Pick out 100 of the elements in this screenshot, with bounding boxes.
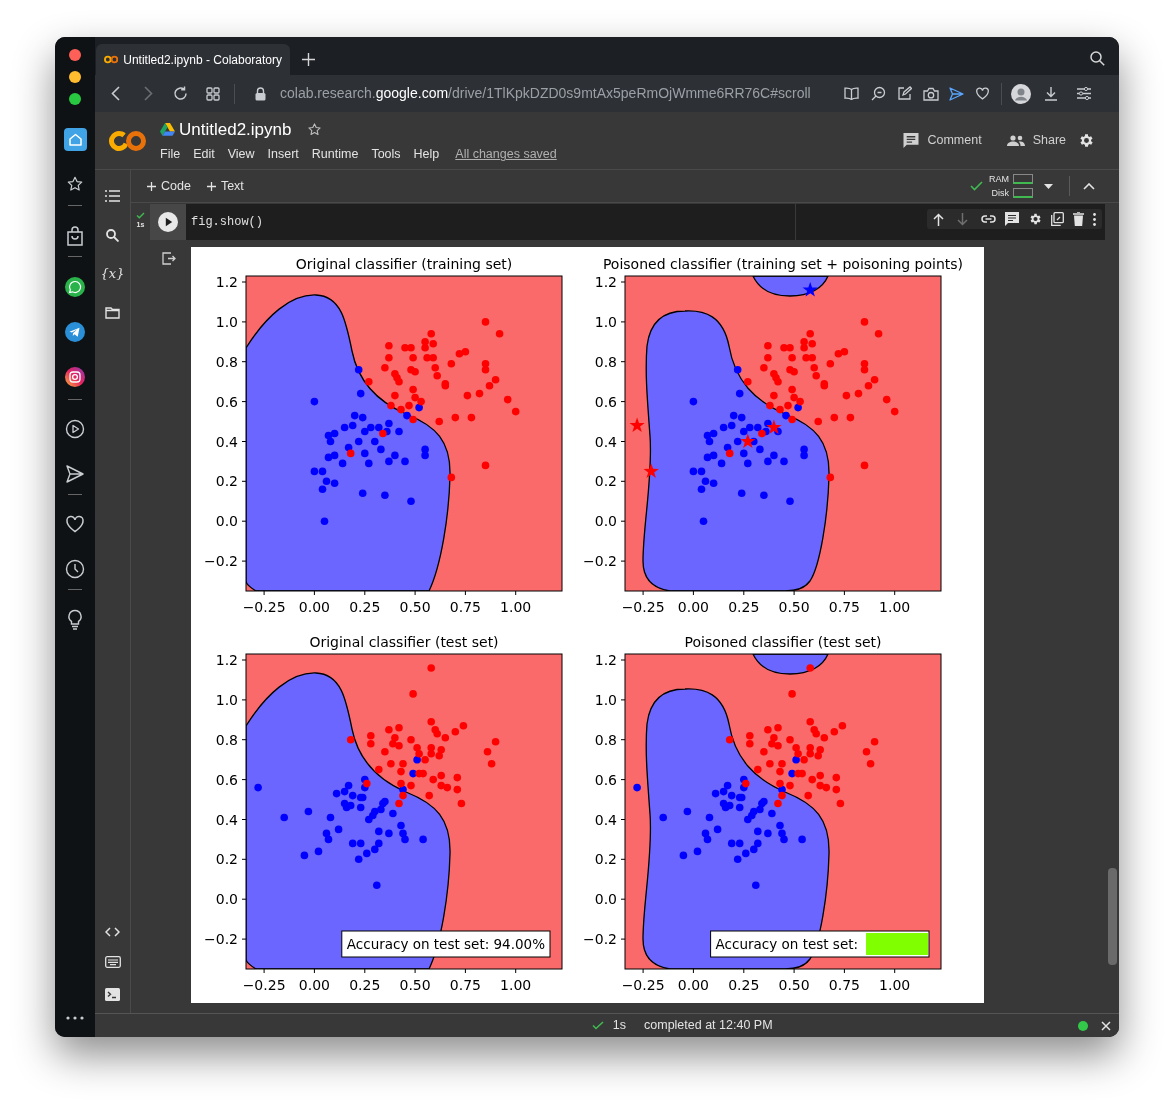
tick-mark <box>692 590 694 596</box>
code-icon[interactable] <box>105 927 120 937</box>
run-button[interactable] <box>158 212 178 232</box>
heart-icon[interactable] <box>65 515 85 533</box>
forward-icon[interactable] <box>144 86 153 101</box>
chat-app-icon[interactable] <box>65 277 85 297</box>
close-window-button[interactable] <box>69 49 81 61</box>
download-icon[interactable] <box>1044 86 1058 101</box>
tick-label: 0.6 <box>594 393 617 410</box>
star-icon[interactable] <box>307 122 323 138</box>
more-icon[interactable] <box>66 1016 84 1020</box>
search-icon[interactable] <box>1090 51 1105 66</box>
connected-check-icon <box>970 181 983 191</box>
tick-label: 0.0 <box>215 513 238 530</box>
settings-icon[interactable] <box>1028 212 1042 226</box>
close-icon[interactable] <box>1101 1020 1111 1031</box>
maximize-window-button[interactable] <box>69 93 81 105</box>
reload-icon[interactable] <box>173 86 188 101</box>
resource-monitor[interactable]: RAM Disk <box>989 172 1033 200</box>
mirror-cell-icon[interactable] <box>1051 212 1064 226</box>
tick-mark <box>313 968 315 974</box>
menu-item[interactable]: View <box>227 145 255 165</box>
menu-item[interactable]: Help <box>413 145 440 165</box>
menu-item[interactable]: File <box>160 145 181 165</box>
home-icon[interactable] <box>63 128 87 151</box>
edit-icon[interactable] <box>897 86 912 101</box>
more-options-icon[interactable] <box>1093 212 1096 226</box>
star-icon[interactable] <box>66 175 84 193</box>
keyboard-icon[interactable] <box>104 956 121 968</box>
search-icon[interactable] <box>106 229 119 242</box>
comment-icon <box>903 133 920 148</box>
tick-label: 0.00 <box>298 977 330 993</box>
reader-icon[interactable] <box>844 87 859 100</box>
dropdown-caret-icon[interactable] <box>1044 183 1053 189</box>
comment-icon[interactable] <box>1005 212 1019 226</box>
chart-title: Original classifier (test set) <box>309 634 499 650</box>
delete-icon[interactable] <box>1073 212 1084 226</box>
light-bulb-icon[interactable] <box>67 609 83 631</box>
send-icon[interactable] <box>949 86 964 101</box>
clock-icon[interactable] <box>65 559 85 579</box>
scrollbar-thumb[interactable] <box>1107 868 1117 965</box>
heart-icon[interactable] <box>975 87 990 100</box>
code-line[interactable]: fig.show() <box>191 213 263 231</box>
move-up-icon[interactable] <box>933 212 944 226</box>
variables-button[interactable]: {x} <box>100 264 125 284</box>
add-cell-button[interactable]: Code <box>147 176 191 196</box>
folder-icon[interactable] <box>105 306 120 319</box>
tick-mark <box>642 968 644 974</box>
tick-label: 0.50 <box>399 977 431 993</box>
back-icon[interactable] <box>111 86 120 101</box>
zoom-out-icon[interactable] <box>871 86 886 101</box>
browser-tab[interactable]: Untitled2.ipynb - Colaboratory <box>96 44 290 75</box>
paper-plane-app-icon[interactable] <box>65 322 85 342</box>
chart-title: Poisoned classifier (training set + poisoning points) <box>602 256 964 272</box>
camera-app-icon[interactable] <box>65 367 85 387</box>
tick-label: 0.8 <box>215 731 238 748</box>
new-tab-icon[interactable] <box>302 53 315 66</box>
add-cell-button[interactable]: Text <box>206 176 244 196</box>
tick-mark <box>743 968 745 974</box>
tick-mark <box>743 590 745 596</box>
menu-item[interactable]: Insert <box>267 145 299 165</box>
terminal-icon[interactable] <box>105 988 120 1001</box>
tick-label: −0.25 <box>621 599 665 615</box>
tick-label: −0.2 <box>583 931 617 948</box>
plus-icon <box>206 181 216 191</box>
grid-icon[interactable] <box>206 86 220 101</box>
avatar-icon[interactable] <box>1011 83 1031 104</box>
tick-label: 0.6 <box>215 393 238 410</box>
output-options-icon[interactable] <box>161 252 176 265</box>
link-icon[interactable] <box>981 215 996 223</box>
tick-label: 0.25 <box>728 977 760 993</box>
tick-label: 0.6 <box>594 771 617 788</box>
tick-mark <box>263 968 265 974</box>
tick-mark <box>241 401 247 403</box>
collapse-icon[interactable] <box>1083 182 1095 190</box>
accuracy-text: Accuracy on test set: <box>715 936 859 952</box>
lock-icon <box>255 86 266 101</box>
notebook-title[interactable]: Untitled2.ipynb <box>179 116 292 143</box>
play-icon[interactable] <box>65 419 85 439</box>
colab-logo[interactable] <box>109 129 146 152</box>
settings-sliders-icon[interactable] <box>1077 87 1091 100</box>
shopping-bag-icon[interactable] <box>66 226 84 246</box>
header-action-button[interactable]: Share <box>1006 131 1066 150</box>
tick-mark <box>414 968 416 974</box>
tick-mark <box>843 968 845 974</box>
menu-item[interactable]: Edit <box>193 145 215 165</box>
table-of-contents-icon[interactable] <box>105 190 120 202</box>
settings-icon[interactable] <box>1078 132 1095 149</box>
minimize-window-button[interactable] <box>69 71 81 83</box>
header-action-button[interactable]: Comment <box>903 131 982 150</box>
tick-label: −0.2 <box>204 553 238 570</box>
move-down-icon[interactable] <box>957 212 968 226</box>
tick-mark <box>692 968 694 974</box>
send-icon[interactable] <box>65 464 85 484</box>
camera-icon[interactable] <box>923 86 939 101</box>
menu-item[interactable]: Tools <box>371 145 401 165</box>
tick-label: 1.00 <box>879 599 911 615</box>
menu-item[interactable]: Runtime <box>311 145 359 165</box>
tick-mark <box>620 321 626 323</box>
save-status-link[interactable]: All changes saved <box>455 145 557 165</box>
